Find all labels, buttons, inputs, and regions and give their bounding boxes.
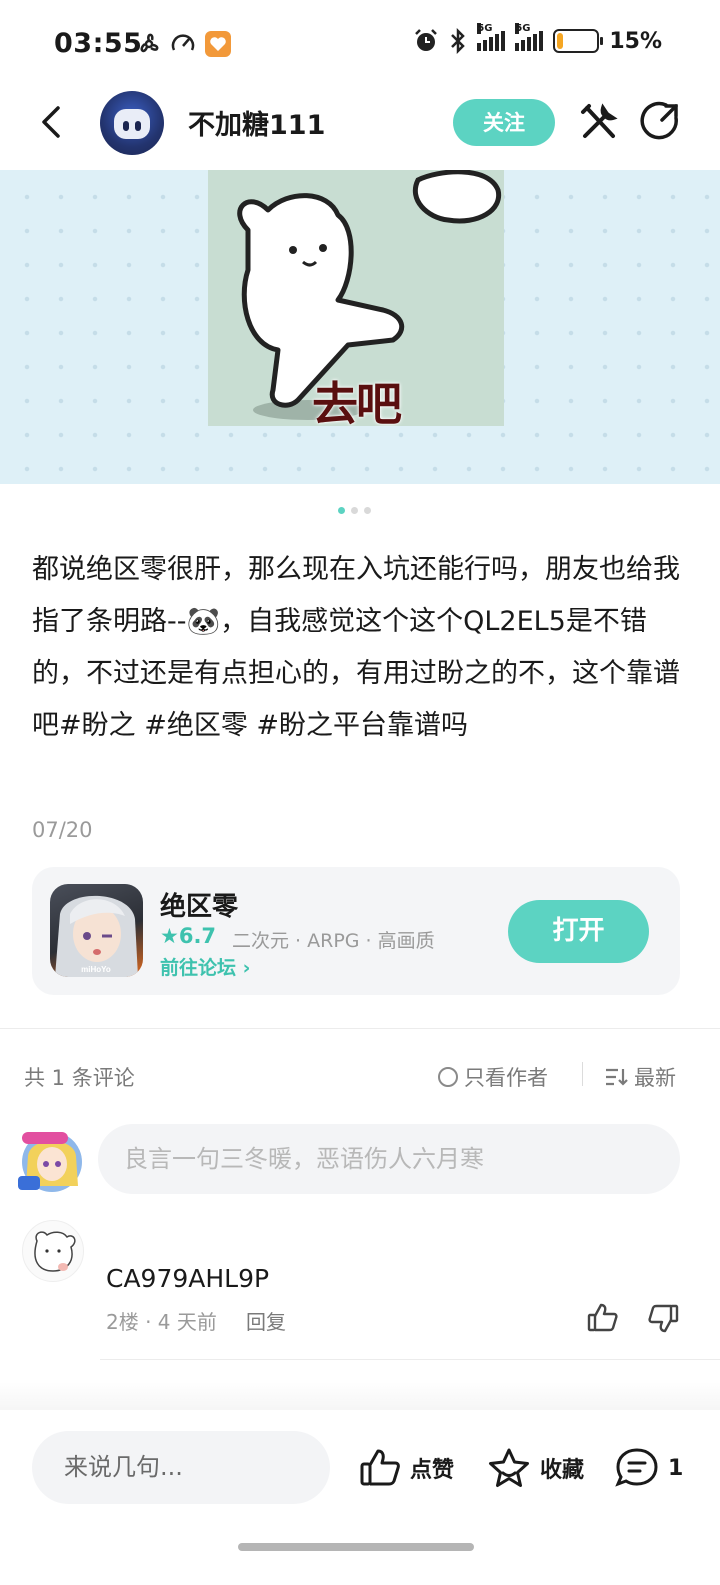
image-pager bbox=[338, 507, 371, 514]
game-icon[interactable]: miHoYo bbox=[50, 884, 143, 977]
status-bar: 03:55 5G 5G 15% bbox=[0, 0, 720, 90]
pager-dot bbox=[338, 507, 345, 514]
game-tags: 二次元 · ARPG · 高画质 bbox=[232, 930, 435, 952]
publisher-logo: miHoYo bbox=[81, 965, 111, 974]
open-game-button[interactable]: 打开 bbox=[508, 900, 649, 963]
battery-icon bbox=[553, 29, 604, 53]
comment-bubble-icon bbox=[615, 1448, 658, 1487]
back-icon[interactable] bbox=[34, 104, 70, 140]
author-name[interactable]: 不加糖111 bbox=[188, 103, 325, 142]
heart-app-icon bbox=[205, 31, 231, 57]
thumbs-up-icon[interactable] bbox=[586, 1301, 620, 1335]
like-label: 点赞 bbox=[410, 1458, 455, 1483]
battery-percent: 15% bbox=[609, 28, 662, 54]
network-type-1: 5G bbox=[477, 23, 493, 34]
like-button[interactable]: 点赞 bbox=[358, 1446, 454, 1490]
commenter-name[interactable]: CA979AHL9P bbox=[106, 1264, 269, 1293]
meme-caption: 去吧 bbox=[312, 377, 402, 431]
speedometer-icon bbox=[171, 34, 195, 51]
post-date: 07/20 bbox=[32, 818, 93, 842]
game-name[interactable]: 绝区零 bbox=[160, 886, 238, 923]
my-avatar[interactable] bbox=[14, 1126, 90, 1194]
network-type-2: 5G bbox=[515, 23, 531, 34]
sort-icon bbox=[606, 1068, 628, 1086]
bear-avatar-art bbox=[34, 1231, 76, 1272]
share-icon[interactable] bbox=[638, 100, 682, 144]
say-something-input[interactable]: 来说几句... bbox=[32, 1431, 330, 1504]
author-avatar[interactable] bbox=[100, 91, 164, 155]
bluetooth-icon bbox=[451, 28, 466, 54]
status-left-icons bbox=[136, 30, 232, 58]
game-rating: ★6.7 bbox=[160, 924, 217, 948]
section-divider bbox=[0, 1028, 720, 1029]
home-indicator[interactable] bbox=[238, 1543, 474, 1551]
pager-dot bbox=[364, 507, 371, 514]
commenter-avatar[interactable] bbox=[22, 1220, 84, 1282]
status-time: 03:55 bbox=[54, 28, 143, 59]
comments-button[interactable]: 1 bbox=[614, 1446, 683, 1490]
sort-label: 最新 bbox=[634, 1066, 676, 1090]
favorite-label: 收藏 bbox=[540, 1458, 585, 1483]
tools-icon[interactable] bbox=[577, 100, 621, 144]
author-only-label: 只看作者 bbox=[464, 1066, 548, 1090]
star-icon bbox=[489, 1448, 529, 1487]
like-icon bbox=[360, 1449, 400, 1486]
avatar-robot-face bbox=[114, 109, 150, 139]
comment-count: 1 bbox=[668, 1455, 684, 1481]
taptap-avatar-art bbox=[18, 1132, 82, 1192]
signal-1-icon: 5G bbox=[477, 23, 506, 51]
bottom-bar-shadow bbox=[0, 1382, 720, 1412]
post-content: 都说绝区零很肝，那么现在入坑还能行吗，朋友也给我指了条明路--🐼，自我感觉这个这… bbox=[32, 554, 680, 741]
comment-divider bbox=[100, 1359, 720, 1360]
comment-input[interactable]: 良言一句三冬暖，恶语伤人六月寒 bbox=[98, 1124, 680, 1194]
follow-button[interactable]: 关注 bbox=[453, 99, 555, 146]
reply-button[interactable]: 回复 bbox=[246, 1306, 286, 1335]
signal-2-icon: 5G bbox=[515, 23, 544, 51]
thumbs-down-icon[interactable] bbox=[646, 1301, 680, 1335]
comment-meta: 2楼 · 4 天前 bbox=[106, 1310, 217, 1334]
radio-circle-icon[interactable] bbox=[438, 1067, 458, 1087]
filter-separator bbox=[582, 1062, 583, 1086]
favorite-button[interactable]: 收藏 bbox=[486, 1446, 584, 1490]
sort-latest-button[interactable]: 最新 bbox=[604, 1062, 676, 1092]
status-right-icons: 5G 5G 15% bbox=[413, 23, 662, 54]
pager-dot bbox=[351, 507, 358, 514]
comments-count: 共 1 条评论 bbox=[24, 1066, 135, 1090]
fan-icon bbox=[140, 33, 159, 53]
author-only-toggle[interactable]: 只看作者 bbox=[438, 1062, 548, 1092]
alarm-icon bbox=[415, 29, 438, 51]
battery-level bbox=[557, 33, 564, 49]
game-character-art: miHoYo bbox=[55, 895, 138, 977]
forum-link[interactable]: 前往论坛 › bbox=[160, 953, 250, 980]
